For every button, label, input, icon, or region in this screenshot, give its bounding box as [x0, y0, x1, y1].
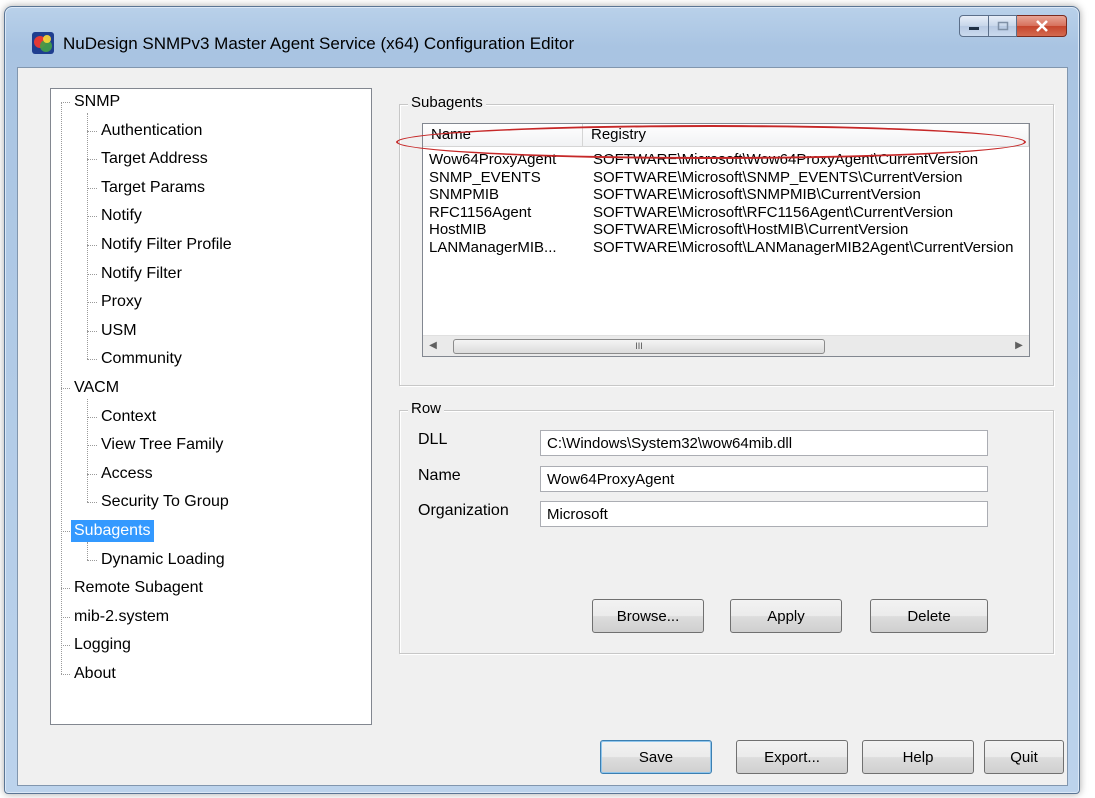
tree-item-notify[interactable]: Notify [98, 205, 145, 227]
tree-connector [87, 245, 97, 246]
close-button[interactable] [1017, 15, 1067, 37]
table-row[interactable]: LANManagerMIB... SOFTWARE\Microsoft\LANMa… [423, 238, 1029, 257]
scroll-right-icon[interactable]: ▶ [1009, 336, 1029, 356]
horizontal-scrollbar[interactable]: ◀ III ▶ [423, 335, 1029, 356]
tree-connector [61, 616, 70, 618]
tree-connector [87, 399, 88, 503]
title-bar[interactable]: NuDesign SNMPv3 Master Agent Service (x6… [5, 7, 1079, 67]
tree-item-logging[interactable]: Logging [71, 634, 134, 656]
tree-item-target-params[interactable]: Target Params [98, 177, 208, 199]
table-row[interactable]: SNMP_EVENTS SOFTWARE\Microsoft\SNMP_EVENT… [423, 168, 1029, 187]
minimize-button[interactable] [959, 15, 989, 37]
cell-name: SNMP_EVENTS [429, 168, 541, 186]
scroll-left-icon[interactable]: ◀ [423, 336, 443, 356]
tree-item-usm[interactable]: USM [98, 320, 140, 342]
tree-connector [87, 273, 97, 275]
tree-connector [61, 102, 62, 674]
name-field[interactable] [540, 466, 988, 492]
tree-connector [61, 645, 70, 647]
main-window: NuDesign SNMPv3 Master Agent Service (x6… [4, 6, 1080, 794]
subagents-group: Subagents Name Registry Wow64ProxyAgent S… [396, 94, 1054, 386]
navigation-tree[interactable]: SNMP Authentication Target Address Target P… [50, 88, 372, 725]
tree-connector [87, 302, 97, 304]
tree-connector [61, 674, 70, 675]
export-button[interactable]: Export... [736, 740, 848, 774]
tree-connector [87, 559, 97, 561]
organization-field[interactable] [540, 501, 988, 527]
tree-item-notify-filter-profile[interactable]: Notify Filter Profile [98, 234, 235, 256]
quit-button[interactable]: Quit [984, 740, 1064, 774]
cell-registry: SOFTWARE\Microsoft\RFC1156Agent\CurrentV… [593, 203, 954, 221]
tree-item-remote-subagent[interactable]: Remote Subagent [71, 577, 206, 599]
tree-connector [87, 130, 97, 132]
dll-label: DLL [418, 431, 448, 448]
client-area: SNMP Authentication Target Address Target P… [17, 67, 1068, 786]
tree-item-subagents[interactable]: Subagents [71, 520, 154, 542]
table-row[interactable]: SNMPMIB SOFTWARE\Microsoft\SNMPMIB\Curren… [423, 185, 1029, 204]
tree-item-security-to-group[interactable]: Security To Group [98, 491, 232, 513]
tree-connector [87, 216, 97, 218]
table-row[interactable]: HostMIB SOFTWARE\Microsoft\HostMIB\Curren… [423, 220, 1029, 239]
help-button[interactable]: Help [862, 740, 974, 774]
tree-connector [87, 502, 97, 504]
tree-item-dynamic-loading[interactable]: Dynamic Loading [98, 549, 228, 571]
window-title: NuDesign SNMPv3 Master Agent Service (x6… [63, 34, 575, 53]
tree-item-context[interactable]: Context [98, 406, 159, 428]
row-group: Row DLL Name Organization Browse... Appl… [399, 400, 1054, 654]
tree-connector [61, 531, 70, 532]
delete-button[interactable]: Delete [870, 599, 988, 633]
tree-connector [87, 330, 97, 332]
cell-registry: SOFTWARE\Microsoft\SNMPMIB\CurrentVersio… [593, 186, 921, 204]
table-row[interactable]: RFC1156Agent SOFTWARE\Microsoft\RFC1156Ag… [423, 203, 1029, 222]
maximize-button[interactable] [989, 15, 1017, 37]
tree-connector [87, 416, 97, 418]
tree-item-snmp[interactable]: SNMP [71, 91, 123, 113]
tree-item-target-address[interactable]: Target Address [98, 148, 211, 170]
highlight-annotation [396, 125, 1026, 159]
tree-connector [87, 187, 97, 189]
organization-label: Organization [418, 502, 509, 519]
tree-connector [87, 473, 97, 475]
tree-item-vacm[interactable]: VACM [71, 377, 122, 399]
tree-connector [87, 159, 97, 161]
tree-connector [87, 113, 88, 360]
tree-connector [61, 102, 70, 103]
cell-name: RFC1156Agent [429, 203, 532, 221]
tree-connector [61, 588, 70, 590]
cell-registry: SOFTWARE\Microsoft\SNMP_EVENTS\CurrentVe… [593, 168, 963, 186]
scrollbar-thumb[interactable]: III [453, 339, 825, 354]
tree-connector [87, 542, 88, 560]
tree-connector [61, 388, 70, 389]
save-button[interactable]: Save [600, 740, 712, 774]
tree-item-mib-2-system[interactable]: mib-2.system [71, 606, 172, 628]
tree-connector [87, 359, 97, 361]
tree-item-notify-filter[interactable]: Notify Filter [98, 263, 185, 285]
cell-name: LANManagerMIB... [429, 239, 557, 256]
tree-item-authentication[interactable]: Authentication [98, 120, 205, 142]
tree-item-community[interactable]: Community [98, 348, 185, 370]
close-icon [1035, 20, 1048, 32]
tree-item-about[interactable]: About [71, 663, 119, 685]
dll-field[interactable] [540, 430, 988, 456]
subagents-group-title: Subagents [408, 94, 486, 111]
cell-registry: SOFTWARE\Microsoft\LANManagerMIB2Agent\C… [593, 239, 1014, 256]
name-label: Name [418, 467, 461, 484]
maximize-icon [997, 21, 1008, 31]
minimize-icon [969, 27, 979, 30]
apply-button[interactable]: Apply [730, 599, 842, 633]
window-controls [959, 15, 1067, 37]
cell-name: HostMIB [429, 221, 487, 239]
browse-button[interactable]: Browse... [592, 599, 704, 633]
tree-item-view-tree-family[interactable]: View Tree Family [98, 434, 226, 456]
tree-item-proxy[interactable]: Proxy [98, 291, 145, 313]
cell-name: SNMPMIB [429, 186, 500, 204]
nudesign-app-icon [32, 32, 54, 54]
row-group-title: Row [408, 400, 445, 417]
tree-item-access[interactable]: Access [98, 463, 156, 485]
tree-connector [87, 445, 97, 447]
cell-registry: SOFTWARE\Microsoft\HostMIB\CurrentVersio… [593, 221, 909, 239]
